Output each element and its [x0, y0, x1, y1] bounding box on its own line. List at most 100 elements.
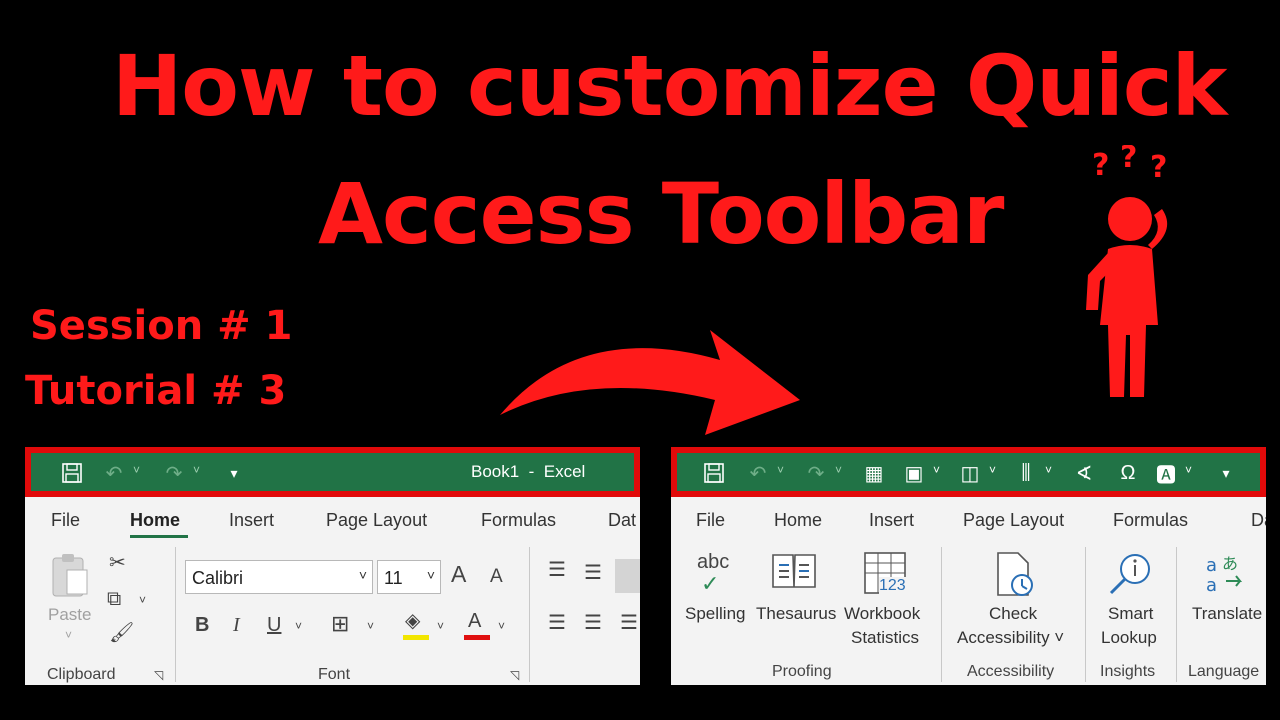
fill-color-icon[interactable]: ◈: [405, 611, 420, 631]
spelling-label[interactable]: Spelling: [685, 602, 746, 626]
underline-button[interactable]: U: [267, 615, 281, 635]
align-bottom-button[interactable]: [615, 559, 640, 593]
chart-icon[interactable]: ⫼: [1011, 459, 1041, 487]
symbol-icon[interactable]: Ω: [1113, 459, 1143, 487]
fill-color-dropdown-icon[interactable]: ˅: [437, 620, 444, 632]
excel-ribbon-customized: ↶ ˅ ↷ ˅ ▦ ▣ ˅ ◫ ˅ ⫼ ˅ ∢ Ω 🅰 ˅ ▾ File Hom…: [671, 447, 1266, 685]
grow-font-button[interactable]: A: [451, 563, 466, 586]
paste-dropdown-icon[interactable]: ˅: [65, 629, 72, 641]
check-icon: ✓: [701, 571, 720, 596]
redo-icon[interactable]: ↷: [801, 459, 831, 487]
tab-insert[interactable]: Insert: [869, 510, 914, 531]
svg-text:?: ?: [1120, 145, 1137, 175]
chevron-down-icon[interactable]: ˅: [427, 567, 435, 583]
translate-label[interactable]: Translate: [1192, 602, 1262, 626]
group-separator: [175, 547, 176, 682]
curved-arrow-icon: [500, 330, 800, 435]
tab-page-layout[interactable]: Page Layout: [326, 510, 427, 531]
font-name-combo[interactable]: Calibri ˅: [185, 560, 373, 594]
save-icon[interactable]: [699, 459, 729, 487]
workbook-statistics-label-1[interactable]: Workbook: [844, 602, 920, 626]
copy-icon[interactable]: ⧉: [107, 589, 121, 609]
redo-icon[interactable]: ↷: [159, 459, 189, 487]
check-accessibility-label-2[interactable]: Accessibility ˅: [957, 626, 1064, 650]
customize-qat-icon[interactable]: ▾: [219, 459, 249, 487]
font-color-swatch: [464, 635, 490, 640]
check-accessibility-icon[interactable]: [994, 551, 1036, 603]
insights-group-label: Insights: [1100, 663, 1156, 680]
shapes-icon[interactable]: ◫: [955, 459, 985, 487]
svg-text:あ: あ: [1222, 554, 1238, 573]
customize-qat-icon[interactable]: ▾: [1211, 459, 1241, 487]
tab-formulas[interactable]: Formulas: [481, 510, 556, 531]
redo-dropdown-icon[interactable]: ˅: [835, 463, 842, 477]
undo-dropdown-icon[interactable]: ˅: [777, 463, 784, 477]
active-tab-indicator: [130, 535, 188, 538]
clipboard-group-label: Clipboard: [47, 666, 116, 683]
svg-text:a: a: [1206, 575, 1217, 595]
ink-icon[interactable]: ∢: [1069, 459, 1099, 487]
undo-dropdown-icon[interactable]: ˅: [133, 463, 140, 477]
format-painter-icon[interactable]: 🖌: [109, 623, 134, 643]
font-color-dropdown-icon[interactable]: ˅: [498, 620, 505, 632]
tab-home[interactable]: Home: [774, 510, 822, 531]
undo-icon[interactable]: ↶: [99, 459, 129, 487]
tab-page-layout[interactable]: Page Layout: [963, 510, 1064, 531]
paste-icon[interactable]: [49, 552, 91, 598]
italic-button[interactable]: I: [233, 615, 240, 635]
font-color-button[interactable]: A: [468, 611, 481, 631]
text-box-icon[interactable]: 🅰: [1151, 459, 1181, 487]
smart-lookup-label-1[interactable]: Smart: [1108, 602, 1153, 626]
tab-formulas[interactable]: Formulas: [1113, 510, 1188, 531]
text-box-dropdown-icon[interactable]: ˅: [1185, 463, 1192, 477]
thesaurus-icon[interactable]: [771, 551, 817, 595]
align-center-icon[interactable]: ☰: [584, 613, 602, 633]
spelling-button[interactable]: abc ✓: [697, 551, 737, 597]
group-separator: [1176, 547, 1177, 682]
underline-dropdown-icon[interactable]: ˅: [295, 620, 302, 632]
paste-label[interactable]: Paste: [48, 603, 91, 627]
font-size-value: 11: [384, 568, 403, 588]
tab-data[interactable]: Dat: [608, 510, 636, 531]
tab-data[interactable]: Dat: [1251, 510, 1266, 531]
group-separator: [529, 547, 530, 682]
chart-dropdown-icon[interactable]: ˅: [1045, 463, 1052, 477]
shapes-dropdown-icon[interactable]: ˅: [989, 463, 996, 477]
picture-icon[interactable]: ▣: [899, 459, 929, 487]
align-top-icon[interactable]: ☰: [548, 560, 566, 580]
tab-home[interactable]: Home: [130, 510, 180, 531]
align-middle-icon[interactable]: ☰: [584, 563, 602, 583]
check-accessibility-label-1[interactable]: Check: [989, 602, 1037, 626]
undo-icon[interactable]: ↶: [743, 459, 773, 487]
font-group-label: Font: [318, 666, 351, 683]
smart-lookup-label-2[interactable]: Lookup: [1101, 626, 1157, 650]
borders-dropdown-icon[interactable]: ˅: [367, 620, 374, 632]
thesaurus-label[interactable]: Thesaurus: [756, 602, 836, 626]
tab-file[interactable]: File: [696, 510, 725, 531]
cut-icon[interactable]: ✂: [109, 553, 126, 573]
font-size-combo[interactable]: 11 ˅: [377, 560, 441, 594]
form-icon[interactable]: ▦: [859, 459, 889, 487]
font-launcher-icon[interactable]: ◹: [510, 669, 519, 681]
tab-file[interactable]: File: [51, 510, 80, 531]
window-title: Book1 - Excel: [471, 462, 586, 481]
align-right-icon[interactable]: ☰: [620, 613, 638, 633]
chevron-down-icon[interactable]: ˅: [359, 567, 367, 583]
accessibility-group-label: Accessibility: [967, 663, 1055, 680]
tab-insert[interactable]: Insert: [229, 510, 274, 531]
smart-lookup-icon[interactable]: [1107, 551, 1153, 601]
translate-icon[interactable]: aあa: [1204, 551, 1248, 599]
save-icon[interactable]: [57, 459, 87, 487]
shrink-font-button[interactable]: A: [490, 567, 503, 586]
borders-icon[interactable]: ⊞: [331, 613, 349, 635]
quick-access-toolbar: ↶ ˅ ↷ ˅ ▾ Book1 - Excel: [25, 447, 640, 497]
clipboard-launcher-icon[interactable]: ◹: [154, 669, 163, 681]
bold-button[interactable]: B: [195, 615, 209, 635]
redo-dropdown-icon[interactable]: ˅: [193, 463, 200, 477]
picture-dropdown-icon[interactable]: ˅: [933, 463, 940, 477]
align-left-icon[interactable]: ☰: [548, 613, 566, 633]
group-separator: [941, 547, 942, 682]
group-separator: [1085, 547, 1086, 682]
copy-dropdown-icon[interactable]: ˅: [139, 594, 146, 606]
workbook-statistics-label-2[interactable]: Statistics: [851, 626, 919, 650]
